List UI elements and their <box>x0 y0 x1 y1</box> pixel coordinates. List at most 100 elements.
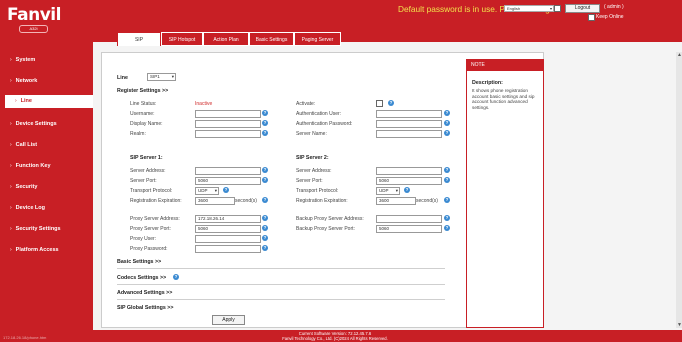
info-icon[interactable]: ? <box>262 120 268 126</box>
server2-transport-value: UDP <box>379 188 389 193</box>
note-panel: NOTE Description: It shows phone registr… <box>466 59 544 328</box>
info-icon[interactable]: ? <box>262 197 268 203</box>
info-icon[interactable]: ? <box>262 177 268 183</box>
username-label: Username: <box>130 111 155 117</box>
basic-settings-section[interactable]: Basic Settings >> <box>117 259 161 265</box>
backup-proxy-address-input[interactable] <box>376 215 442 223</box>
current-user: ( admin ) <box>604 4 624 10</box>
info-icon[interactable]: ? <box>444 130 450 136</box>
backup-proxy-port-input[interactable]: 5060 <box>376 225 442 233</box>
server1-expiration-input[interactable]: 3600 <box>195 197 235 205</box>
info-icon[interactable]: ? <box>262 167 268 173</box>
dropdown-arrow-icon: ▾ <box>214 188 217 193</box>
tab-basic-settings[interactable]: Basic Settings <box>249 32 294 46</box>
sidebar-item-line[interactable]: › Line <box>5 95 93 108</box>
server2-transport-select[interactable]: UDP ▾ <box>376 187 400 195</box>
username-input[interactable] <box>195 110 261 118</box>
divider <box>117 284 445 285</box>
server1-address-input[interactable] <box>195 167 261 175</box>
info-icon[interactable]: ? <box>262 110 268 116</box>
server2-port-input[interactable]: 5060 <box>376 177 442 185</box>
note-title: Description: <box>472 80 503 86</box>
sidebar: › System › Network › Line › Device Settings … <box>0 42 93 330</box>
proxy-port-input[interactable]: 5060 <box>195 225 261 233</box>
info-icon[interactable]: ? <box>223 187 229 193</box>
auth-user-input[interactable] <box>376 110 442 118</box>
proxy-password-input[interactable] <box>195 245 261 253</box>
language-select[interactable]: English ▾ <box>504 5 554 12</box>
scroll-up-icon[interactable]: ▲ <box>677 52 682 58</box>
backup-proxy-address-label: Backup Proxy Server Address: <box>296 216 364 222</box>
note-text: It shows phone registration account basi… <box>472 88 535 110</box>
info-icon[interactable]: ? <box>444 110 450 116</box>
realm-input[interactable] <box>195 130 261 138</box>
logout-button[interactable]: Logout <box>565 4 600 13</box>
sidebar-item-platform-access[interactable]: › Platform Access <box>0 244 93 257</box>
server1-transport-label: Transport Protocol: <box>130 188 173 194</box>
chevron-right-icon: › <box>10 247 12 253</box>
proxy-user-input[interactable] <box>195 235 261 243</box>
line-select[interactable]: SIP1 ▾ <box>147 73 176 81</box>
info-icon[interactable]: ? <box>444 225 450 231</box>
tab-sip[interactable]: SIP <box>117 32 161 46</box>
info-icon[interactable]: ? <box>388 100 394 106</box>
server2-expiration-input[interactable]: 3600 <box>376 197 416 205</box>
tab-sip-hotspot[interactable]: SIP Hotspot <box>161 32 203 46</box>
info-icon[interactable]: ? <box>262 235 268 241</box>
info-icon[interactable]: ? <box>444 167 450 173</box>
codecs-settings-section[interactable]: Codecs Settings >> <box>117 275 166 281</box>
server1-transport-select[interactable]: UDP ▾ <box>195 187 219 195</box>
activate-checkbox[interactable] <box>376 100 383 107</box>
page-scrollbar[interactable]: ▲ ▼ <box>676 52 682 328</box>
info-icon[interactable]: ? <box>262 215 268 221</box>
sip-server-2-title: SIP Server 2: <box>296 155 329 161</box>
keep-online-label: Keep Online <box>596 14 624 20</box>
info-icon[interactable]: ? <box>262 245 268 251</box>
info-icon[interactable]: ? <box>262 225 268 231</box>
sidebar-item-network[interactable]: › Network <box>0 75 93 88</box>
display-name-input[interactable] <box>195 120 261 128</box>
sidebar-item-function-key[interactable]: › Function Key <box>0 160 93 173</box>
sidebar-item-label: Call List <box>15 142 38 148</box>
fanvil-logo: Fanvil <box>7 5 61 25</box>
sidebar-item-security[interactable]: › Security <box>0 181 93 194</box>
info-icon[interactable]: ? <box>173 274 179 280</box>
footer-bar: 172.18.26.18/phone.htm Current Software … <box>0 330 682 342</box>
register-settings-header[interactable]: Register Settings >> <box>117 88 168 94</box>
sidebar-item-device-log[interactable]: › Device Log <box>0 202 93 215</box>
server2-address-label: Server Address: <box>296 168 332 174</box>
dropdown-arrow-icon: ▾ <box>171 74 174 79</box>
copyright: Fanvil Technology Co., Ltd. (C)2024 All … <box>282 336 388 341</box>
info-icon[interactable]: ? <box>404 187 410 193</box>
sip-global-settings-section[interactable]: SIP Global Settings >> <box>117 305 173 311</box>
chevron-right-icon: › <box>15 98 17 104</box>
header-checkbox[interactable] <box>554 5 561 12</box>
chevron-right-icon: › <box>10 205 12 211</box>
sidebar-item-device-settings[interactable]: › Device Settings <box>0 118 93 131</box>
tab-paging-server[interactable]: Paging Server <box>294 32 341 46</box>
auth-password-input[interactable] <box>376 120 442 128</box>
sidebar-item-call-list[interactable]: › Call List <box>0 139 93 152</box>
scroll-down-icon[interactable]: ▼ <box>677 322 682 328</box>
sidebar-item-security-settings[interactable]: › Security Settings <box>0 223 93 236</box>
info-icon[interactable]: ? <box>444 120 450 126</box>
server1-port-input[interactable]: 5060 <box>195 177 261 185</box>
backup-proxy-port-label: Backup Proxy Server Port: <box>296 226 355 232</box>
keep-online-checkbox[interactable] <box>588 14 595 21</box>
proxy-port-label: Proxy Server Port: <box>130 226 171 232</box>
sidebar-item-label: Security Settings <box>15 226 61 232</box>
server-name-input[interactable] <box>376 130 442 138</box>
advanced-settings-section[interactable]: Advanced Settings >> <box>117 290 172 296</box>
info-icon[interactable]: ? <box>444 215 450 221</box>
sidebar-item-system[interactable]: › System <box>0 54 93 67</box>
apply-button[interactable]: Apply <box>212 315 245 325</box>
chevron-right-icon: › <box>10 78 12 84</box>
info-icon[interactable]: ? <box>444 177 450 183</box>
tab-action-plan[interactable]: Action Plan <box>203 32 249 46</box>
info-icon[interactable]: ? <box>444 197 450 203</box>
sip-server-1-title: SIP Server 1: <box>130 155 163 161</box>
proxy-address-input[interactable]: 172.18.26.14 <box>195 215 261 223</box>
server2-seconds-label: second(s) <box>416 198 438 204</box>
info-icon[interactable]: ? <box>262 130 268 136</box>
server2-address-input[interactable] <box>376 167 442 175</box>
